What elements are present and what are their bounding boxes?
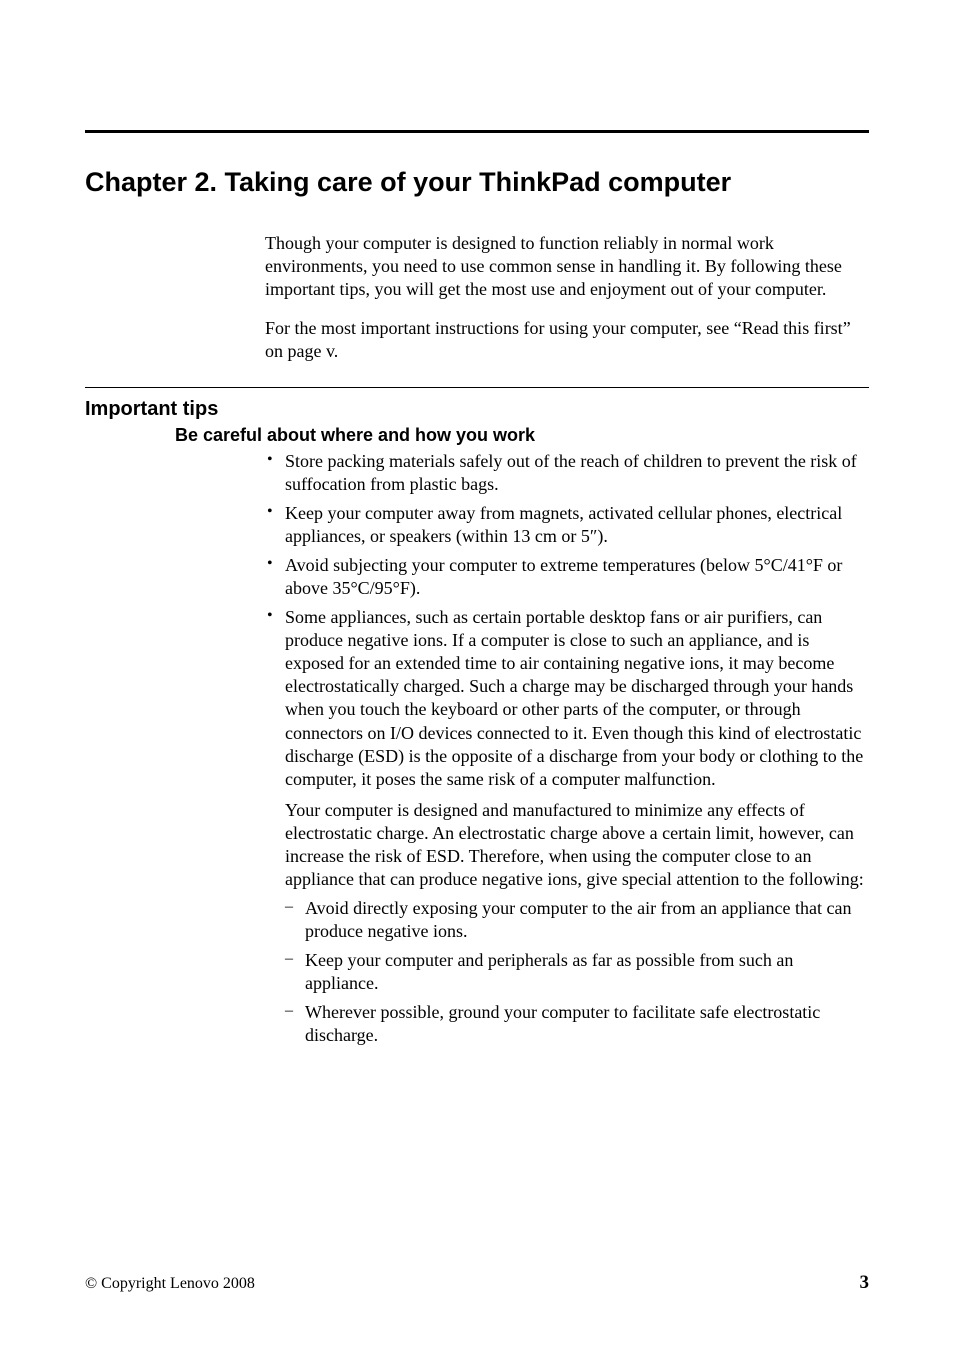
section-heading: Important tips [85,398,869,421]
section-rule [85,387,869,388]
bullet-item: Keep your computer away from magnets, ac… [265,502,869,548]
bullet-item: Some appliances, such as certain portabl… [265,606,869,1047]
bullet-block: Store packing materials safely out of th… [85,450,869,1047]
subsection-heading: Be careful about where and how you work [85,425,869,446]
footer-page-number: 3 [860,1272,870,1294]
bullet-item: Store packing materials safely out of th… [265,450,869,496]
top-rule [85,130,869,133]
intro-paragraph-1: Though your computer is designed to func… [265,232,869,301]
bullet-item: Avoid subjecting your computer to extrem… [265,554,869,600]
inner-bullet-item: Wherever possible, ground your computer … [285,1001,869,1047]
page-container: Chapter 2. Taking care of your ThinkPad … [0,0,954,1352]
bullet-list: Store packing materials safely out of th… [265,450,869,1047]
intro-paragraph-2: For the most important instructions for … [265,317,869,363]
inner-bullet-item: Keep your computer and peripherals as fa… [285,949,869,995]
bullet-text: Some appliances, such as certain portabl… [285,607,863,788]
page-footer: © Copyright Lenovo 2008 3 [85,1272,869,1294]
inner-bullet-item: Avoid directly exposing your computer to… [285,897,869,943]
footer-copyright: © Copyright Lenovo 2008 [85,1275,255,1293]
inner-bullet-list: Avoid directly exposing your computer to… [285,897,869,1047]
bullet-sub-paragraph: Your computer is designed and manufactur… [285,799,869,891]
chapter-title: Chapter 2. Taking care of your ThinkPad … [85,167,869,198]
intro-block: Though your computer is designed to func… [85,232,869,363]
